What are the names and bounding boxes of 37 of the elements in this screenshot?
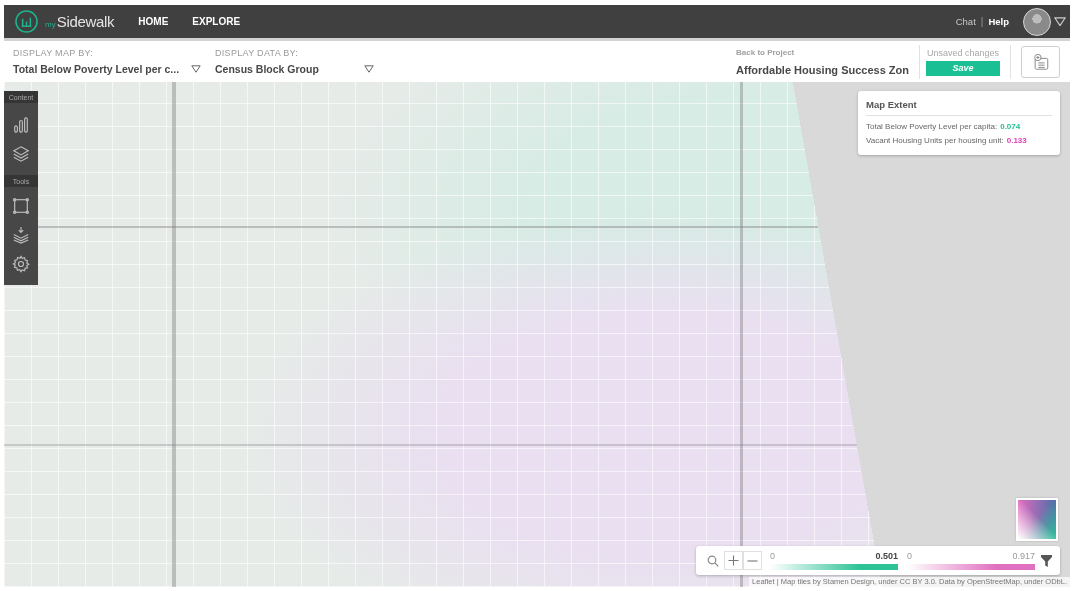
field-label: DISPLAY MAP BY: — [13, 48, 95, 58]
filter-icon[interactable] — [1041, 554, 1052, 567]
caret-down-icon[interactable] — [191, 65, 201, 73]
zoom-in-button[interactable] — [724, 551, 743, 570]
card-title: Map Extent — [866, 99, 1052, 116]
dropdown[interactable]: Total Below Poverty Level per c... — [13, 63, 201, 75]
stat-label: Vacant Housing Units per housing unit: — [866, 135, 1004, 147]
header-link[interactable]: Chat — [955, 16, 976, 27]
plus-icon — [728, 555, 739, 566]
stat-label: Total Below Poverty Level per capita: — [866, 121, 998, 133]
scale-max: 0.917 — [1012, 551, 1035, 561]
minus-icon — [747, 559, 758, 562]
link-separator: | — [980, 16, 984, 27]
search-icon[interactable] — [707, 554, 719, 567]
logo-wordmark[interactable]: mySidewalk — [45, 13, 115, 30]
nav-link[interactable]: EXPLORE — [192, 16, 241, 27]
scale-min: 0 — [907, 551, 912, 561]
nav-link[interactable]: HOME — [138, 16, 169, 27]
header-link[interactable]: Help — [988, 16, 1009, 27]
settings-icon[interactable] — [12, 254, 30, 273]
field-label: DISPLAY DATA BY: — [215, 48, 300, 58]
stat-value: 0.133 — [1006, 135, 1027, 147]
logo-icon[interactable] — [15, 10, 38, 33]
color-swatch-icon[interactable] — [1016, 498, 1058, 541]
scale-max: 0.501 — [875, 551, 898, 561]
save-status: Unsaved changes — [926, 47, 1000, 58]
scale-min: 0 — [770, 551, 775, 561]
caret-down-icon[interactable] — [364, 65, 374, 73]
dropdown[interactable]: Census Block Group — [215, 63, 374, 75]
document-plus-icon — [1031, 52, 1050, 71]
layers-arrow-icon[interactable] — [12, 225, 30, 244]
layers-icon[interactable] — [12, 144, 30, 163]
bar-chart-icon[interactable] — [12, 115, 30, 134]
selection-square-icon[interactable] — [12, 196, 30, 215]
project-name: Affordable Housing Success Zon — [736, 63, 909, 76]
avatar[interactable] — [1023, 7, 1051, 36]
stat-value: 0.074 — [1000, 121, 1021, 133]
